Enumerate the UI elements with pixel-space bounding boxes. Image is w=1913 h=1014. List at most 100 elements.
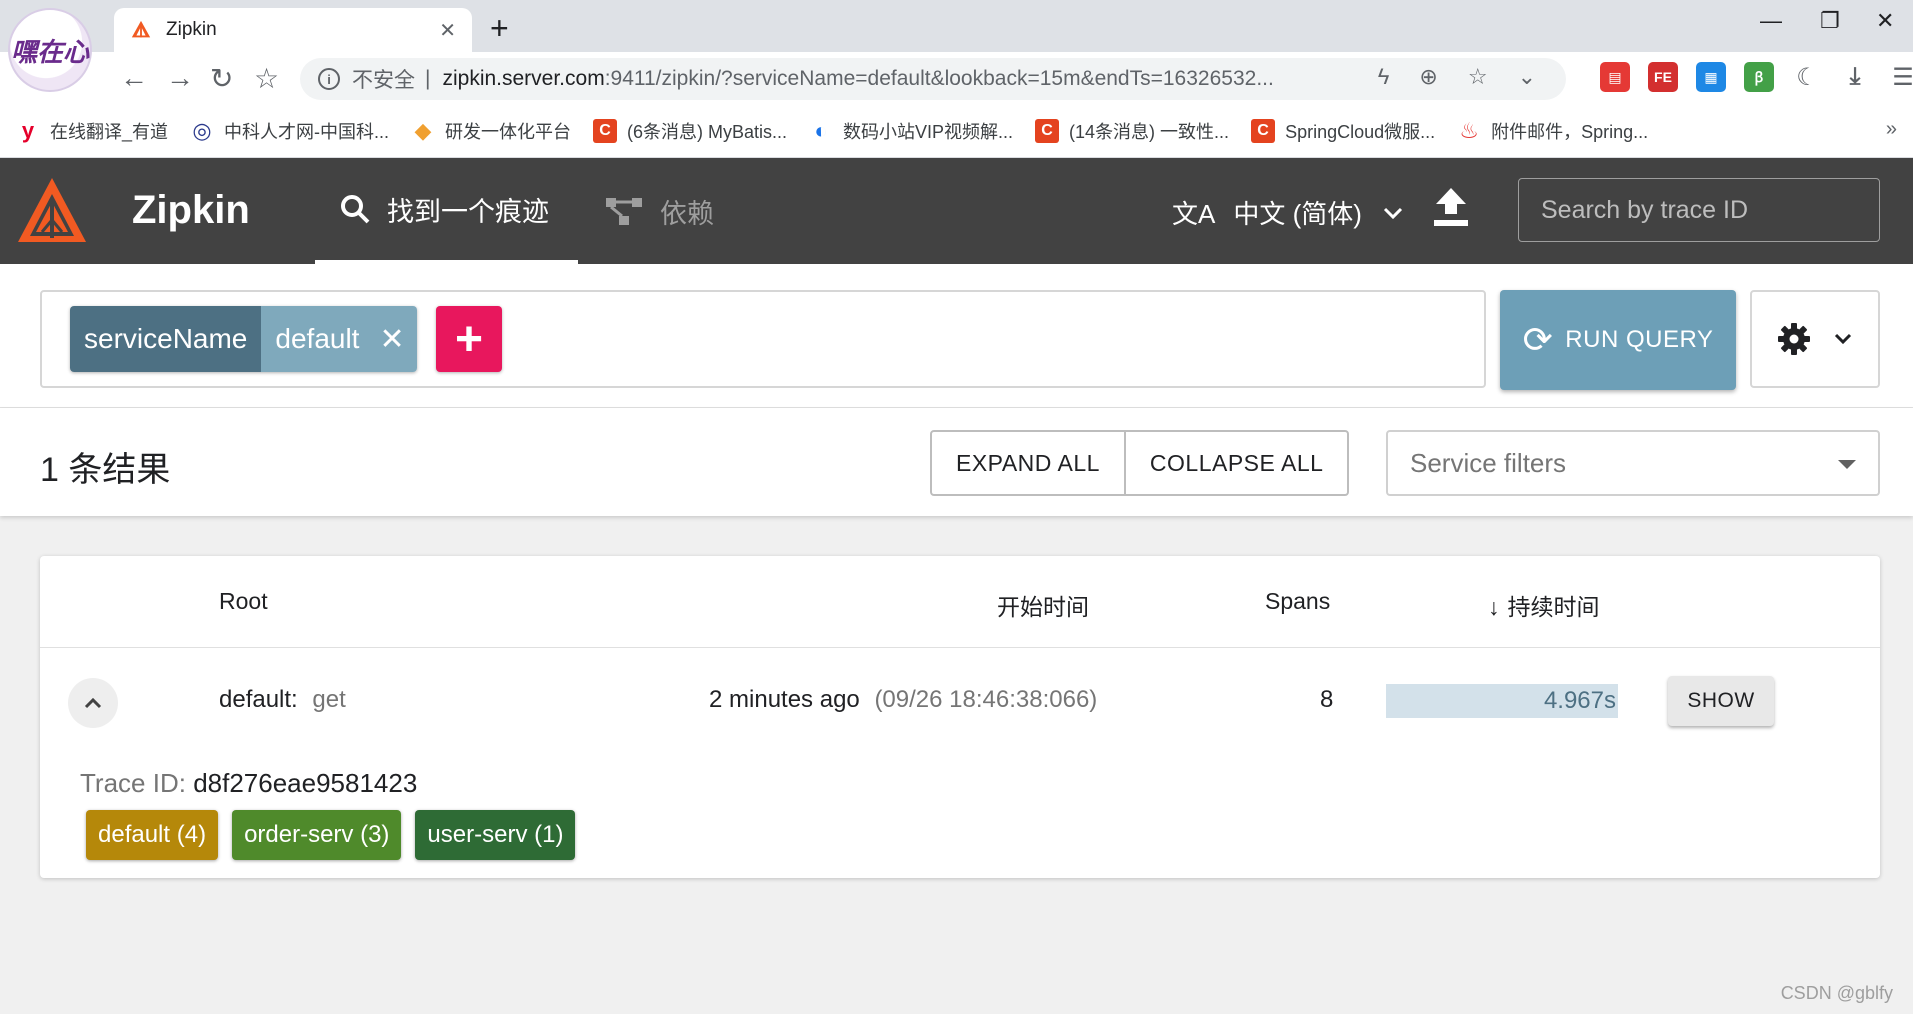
trace-id-search-input[interactable] bbox=[1518, 178, 1880, 242]
trace-id-label: Trace ID: bbox=[80, 768, 186, 798]
root-span-name: get bbox=[312, 686, 346, 713]
start-time-relative: 2 minutes ago bbox=[709, 686, 860, 713]
forward-icon[interactable]: → bbox=[166, 62, 194, 94]
new-tab-icon[interactable]: + bbox=[490, 10, 509, 47]
nav-dependencies-label: 依赖 bbox=[660, 198, 714, 229]
window-close-icon[interactable]: ✕ bbox=[1876, 8, 1894, 34]
header-duration-label: 持续时间 bbox=[1507, 594, 1600, 620]
profile-avatar[interactable]: 嘿在心 bbox=[8, 8, 92, 92]
csdn-icon: C bbox=[1035, 118, 1060, 143]
service-tag[interactable]: order-serv (3) bbox=[232, 810, 402, 860]
collapse-all-button[interactable]: COLLAPSE ALL bbox=[1123, 432, 1348, 494]
youdao-icon: y bbox=[21, 117, 35, 143]
query-criteria-box[interactable]: serviceName default ✕ + bbox=[40, 290, 1486, 388]
minimize-icon[interactable]: — bbox=[1760, 8, 1782, 34]
zoom-icon[interactable]: ⊕ bbox=[1419, 64, 1437, 90]
zipkin-logo-icon[interactable] bbox=[16, 176, 88, 246]
dark-mode-icon[interactable]: ☾ bbox=[1792, 62, 1822, 92]
search-icon bbox=[341, 195, 370, 224]
upload-icon[interactable] bbox=[1432, 186, 1470, 228]
language-selector[interactable]: 文A 中文 (简体) bbox=[1172, 194, 1404, 231]
bookmark-star-icon[interactable]: ☆ bbox=[254, 62, 279, 95]
csdn-icon: C bbox=[1251, 118, 1276, 143]
run-query-button[interactable]: ⟳ RUN QUERY bbox=[1500, 290, 1736, 390]
extension-grid-icon[interactable]: ▦ bbox=[1696, 62, 1726, 92]
header-spans[interactable]: Spans bbox=[1265, 588, 1330, 615]
insecure-label: 不安全 bbox=[352, 69, 415, 92]
csdn-icon: C bbox=[593, 118, 618, 143]
extension-mail-icon[interactable]: ▤ bbox=[1600, 62, 1630, 92]
trace-results-table: Root 开始时间 Spans ↓ 持续时间 default: get 2 min… bbox=[40, 556, 1880, 878]
settings-button[interactable] bbox=[1750, 290, 1880, 388]
nav-find-trace-label: 找到一个痕迹 bbox=[387, 196, 549, 227]
header-root[interactable]: Root bbox=[219, 588, 268, 615]
expand-all-button[interactable]: EXPAND ALL bbox=[932, 432, 1124, 494]
bookmark-item[interactable]: ♨ 附件邮件，Spring... bbox=[1457, 118, 1648, 144]
sort-arrow-down-icon: ↓ bbox=[1488, 594, 1500, 620]
service-tag[interactable]: user-serv (1) bbox=[415, 810, 576, 860]
root-span: default: get bbox=[219, 686, 346, 714]
header-duration[interactable]: ↓ 持续时间 bbox=[1488, 588, 1600, 622]
header-start-time[interactable]: 开始时间 bbox=[997, 588, 1089, 622]
extension-fe-icon[interactable]: FE bbox=[1648, 62, 1678, 92]
query-bar: serviceName default ✕ + ⟳ RUN QUERY bbox=[0, 264, 1913, 408]
tab-close-icon[interactable]: ✕ bbox=[439, 18, 456, 43]
span-count: 8 bbox=[1320, 686, 1334, 713]
start-time-absolute: (09/26 18:46:38:066) bbox=[874, 686, 1098, 713]
expand-collapse-group: EXPAND ALL COLLAPSE ALL bbox=[930, 430, 1350, 496]
run-query-label: RUN QUERY bbox=[1565, 326, 1714, 353]
nav-dependencies[interactable]: 依赖 bbox=[600, 158, 714, 264]
bookmark-item[interactable]: C (6条消息) MyBatis... bbox=[593, 118, 787, 144]
extension-puzzle-icon[interactable]: ꞵ bbox=[1744, 62, 1774, 92]
start-time: 2 minutes ago (09/26 18:46:38:066) bbox=[709, 686, 1097, 714]
trace-id: Trace ID: d8f276eae9581423 bbox=[80, 768, 417, 799]
criteria-chip[interactable]: serviceName default ✕ bbox=[70, 306, 417, 372]
results-toolbar: 1 条结果 EXPAND ALL COLLAPSE ALL Service fi… bbox=[0, 408, 1913, 516]
cas-icon: ◎ bbox=[192, 117, 212, 143]
trace-id-value: d8f276eae9581423 bbox=[193, 768, 418, 798]
watermark: CSDN @gblfy bbox=[1780, 983, 1893, 1003]
service-filters-select[interactable]: Service filters bbox=[1386, 430, 1880, 496]
result-count: 1 条结果 bbox=[40, 451, 171, 489]
reload-icon[interactable]: ↻ bbox=[210, 62, 233, 95]
bookmarks-more-icon[interactable]: » bbox=[1886, 118, 1897, 141]
bookmark-item[interactable]: ◆ 研发一体化平台 bbox=[411, 118, 571, 144]
platform-icon: ◆ bbox=[414, 117, 432, 143]
row-collapse-button[interactable] bbox=[68, 678, 118, 728]
bookmark-item[interactable]: C (14条消息) 一致性... bbox=[1035, 118, 1229, 144]
back-icon[interactable]: ← bbox=[120, 62, 148, 94]
menu-icon[interactable]: ☰ bbox=[1888, 62, 1913, 92]
bookmark-item[interactable]: ◎ 中科人才网-中国科... bbox=[190, 118, 389, 144]
chevron-down-icon bbox=[1383, 207, 1402, 219]
address-bar[interactable]: i 不安全 | zipkin.server.com:9411/zipkin/?s… bbox=[300, 58, 1566, 100]
translate-icon: 文A bbox=[1172, 199, 1216, 229]
bookmark-item[interactable]: y 在线翻译_有道 bbox=[16, 118, 168, 144]
star-icon[interactable]: ☆ bbox=[1468, 64, 1488, 90]
bookmark-item[interactable]: C SpringCloud微服... bbox=[1251, 118, 1435, 144]
zipkin-brand[interactable]: Zipkin bbox=[132, 188, 250, 233]
duration-bar: 4.967s bbox=[1386, 684, 1618, 718]
nav-find-trace[interactable]: 找到一个痕迹 bbox=[315, 158, 578, 264]
browser-toolbar: ← → ↻ ☆ i 不安全 | zipkin.server.com:9411/z… bbox=[0, 52, 1913, 104]
bookmark-item[interactable]: ◐ 数码小站VIP视频解... bbox=[809, 118, 1013, 144]
restore-icon[interactable]: ❐ bbox=[1820, 8, 1840, 34]
video-icon: ◐ bbox=[814, 117, 828, 143]
dropdown-caret-icon bbox=[1838, 460, 1856, 469]
download-icon[interactable]: ⤓ bbox=[1840, 62, 1870, 92]
browser-tab[interactable]: Zipkin ✕ bbox=[114, 8, 472, 52]
service-filters-placeholder: Service filters bbox=[1410, 447, 1567, 478]
site-info-icon[interactable]: i bbox=[318, 68, 340, 90]
plus-icon: + bbox=[454, 312, 484, 366]
profile-avatar-text: 嘿在心 bbox=[10, 37, 89, 68]
table-header: Root 开始时间 Spans ↓ 持续时间 bbox=[40, 556, 1880, 648]
service-tag[interactable]: default (4) bbox=[86, 810, 219, 860]
service-tags: default (4) order-serv (3) user-serv (1) bbox=[86, 810, 576, 860]
chip-remove-icon[interactable]: ✕ bbox=[373, 306, 417, 372]
lightning-icon[interactable]: ϟ bbox=[1378, 64, 1390, 90]
show-trace-button[interactable]: SHOW bbox=[1668, 676, 1774, 726]
zipkin-header: Zipkin 找到一个痕迹 依赖 文A 中文 (简体) bbox=[0, 158, 1913, 264]
add-criteria-button[interactable]: + bbox=[436, 306, 502, 372]
url-separator: | bbox=[425, 67, 431, 90]
dropdown-chevron-icon[interactable]: ⌄ bbox=[1518, 64, 1536, 90]
omnibox-actions: ϟ ⊕ ☆ ⌄ bbox=[1378, 64, 1536, 90]
